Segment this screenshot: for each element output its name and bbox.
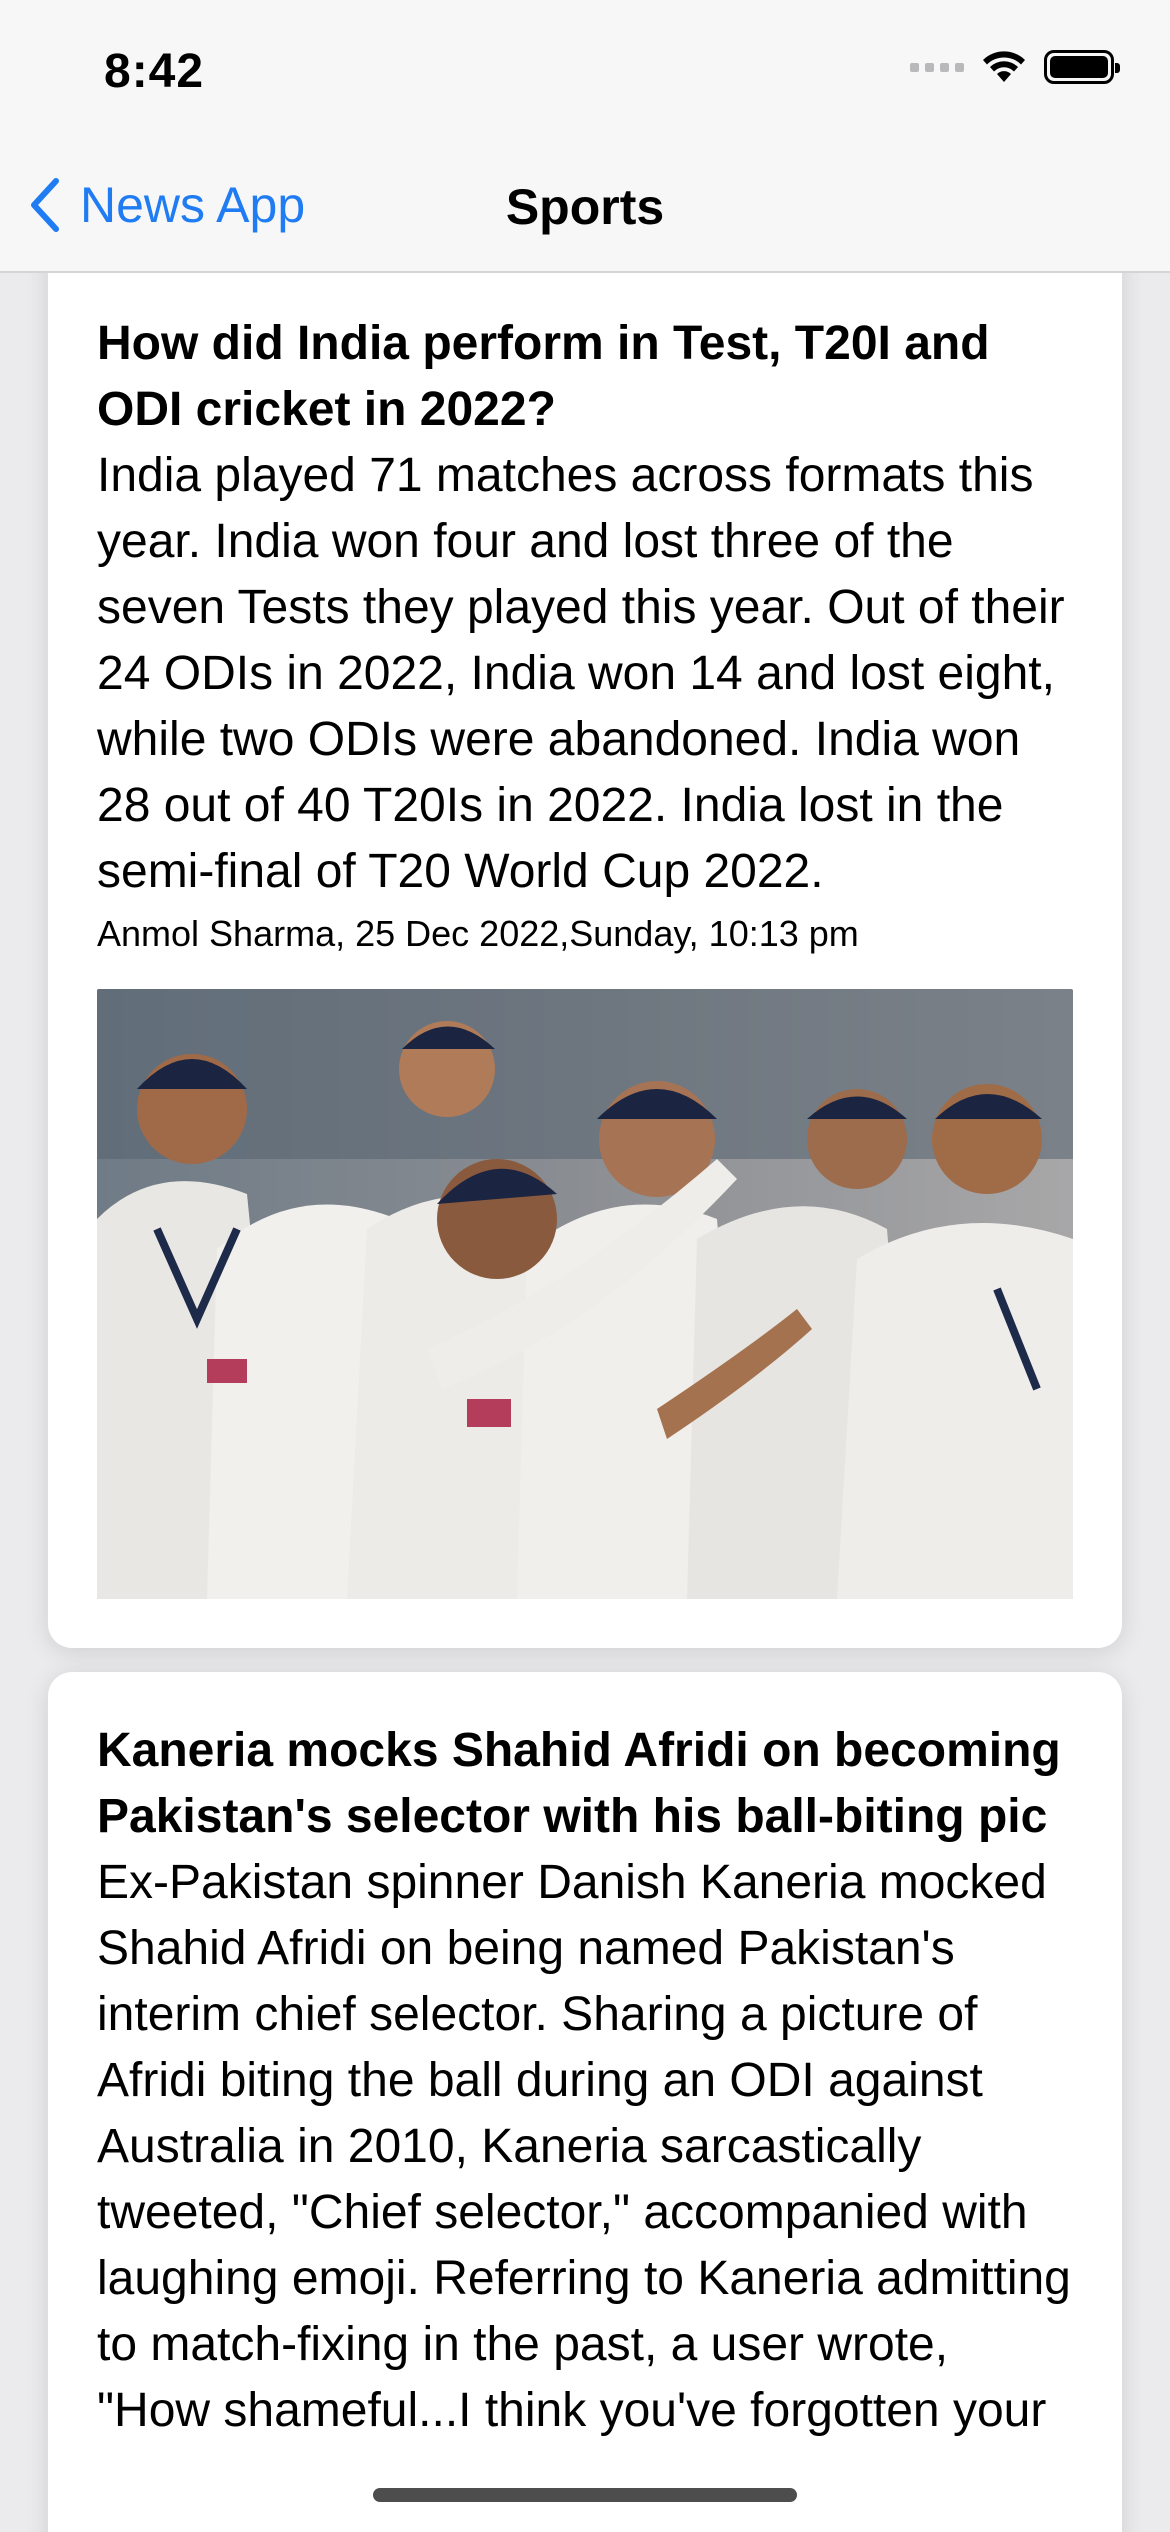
wifi-icon xyxy=(983,51,1025,82)
status-icons xyxy=(910,50,1120,84)
battery-full-icon xyxy=(1044,50,1120,84)
article-headline: How did India perform in Test, T20I and … xyxy=(97,317,990,436)
screen: 8:42 News App Sports How did India perfo… xyxy=(0,0,1170,2532)
home-indicator[interactable] xyxy=(373,2488,797,2502)
cellular-signal-icon xyxy=(910,62,964,72)
status-time: 8:42 xyxy=(104,45,205,98)
article-meta: Anmol Sharma, 25 Dec 2022,Sunday, 10:13 … xyxy=(97,913,859,954)
article-summary: Ex-Pakistan spinner Danish Kaneria mocke… xyxy=(97,1856,1071,2437)
article-card[interactable]: How did India perform in Test, T20I and … xyxy=(48,230,1122,1648)
article-card[interactable]: Kaneria mocks Shahid Afridi on becoming … xyxy=(48,1672,1122,2532)
cricket-team-celebration-photo xyxy=(97,989,1073,1599)
article-summary: India played 71 matches across formats t… xyxy=(97,449,1065,898)
article-headline: Kaneria mocks Shahid Afridi on becoming … xyxy=(97,1724,1061,1843)
navigation-header: 8:42 News App Sports xyxy=(0,0,1170,273)
page-title: Sports xyxy=(505,179,665,235)
